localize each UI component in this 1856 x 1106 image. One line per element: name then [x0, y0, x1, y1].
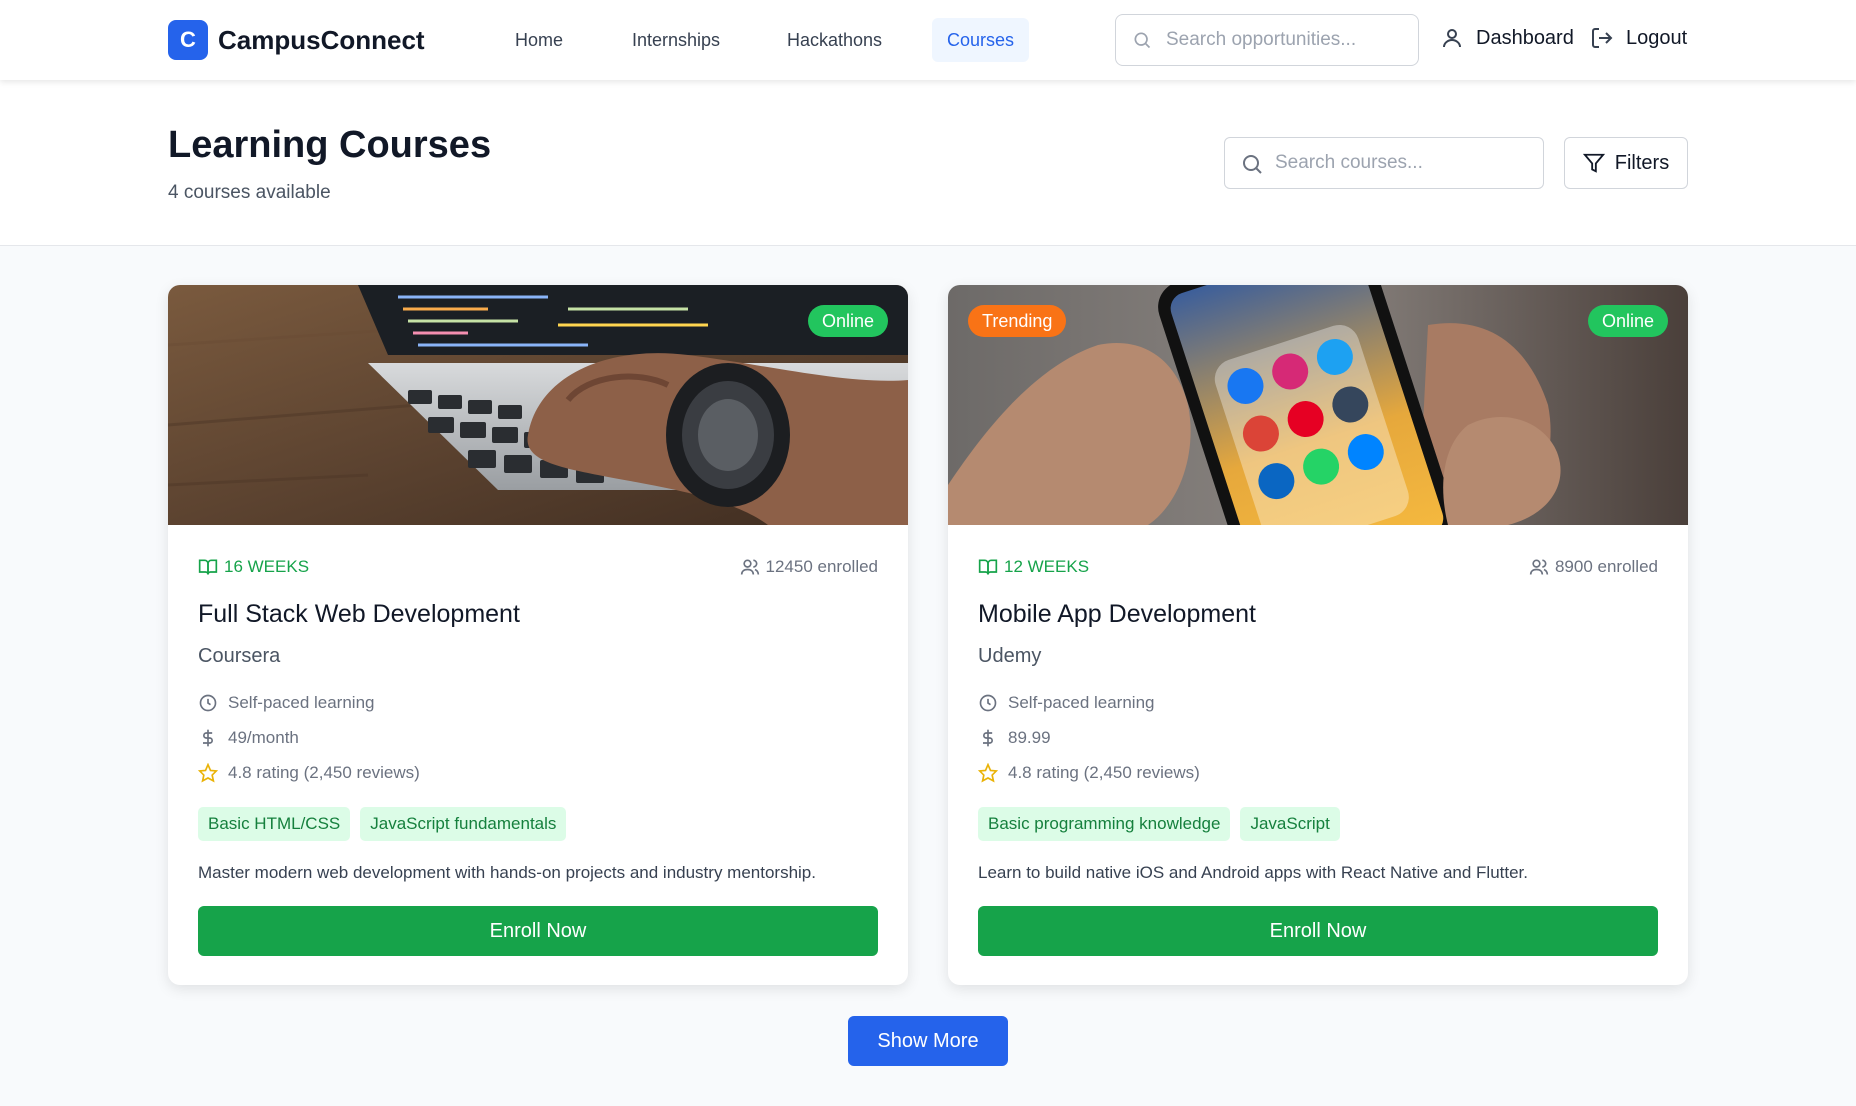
prerequisite-tags: Basic programming knowledge JavaScript	[978, 807, 1340, 841]
course-rating: 4.8 rating (2,450 reviews)	[198, 763, 420, 783]
course-rating: 4.8 rating (2,450 reviews)	[978, 763, 1200, 783]
course-card: Online 16 WEEKS 12450 enrolled Full Stac…	[168, 285, 908, 985]
price-text: 49/month	[228, 728, 299, 747]
filter-icon	[1582, 153, 1605, 173]
filters-label: Filters	[1614, 151, 1670, 174]
trending-badge: Trending	[968, 305, 1067, 337]
course-title[interactable]: Full Stack Web Development	[198, 600, 520, 629]
page-header: Learning Courses 4 courses available Sea…	[0, 80, 1856, 246]
star-icon	[978, 763, 998, 783]
logout-label: Logout	[1626, 26, 1688, 49]
top-navbar: C CampusConnect Home Internships Hackath…	[0, 0, 1856, 80]
logout-icon	[1592, 28, 1613, 48]
prerequisite-tag: JavaScript fundamentals	[360, 807, 567, 841]
dashboard-label: Dashboard	[1476, 26, 1574, 49]
prerequisite-tag: JavaScript	[1240, 807, 1340, 841]
price-text: 89.99	[1008, 728, 1051, 747]
prerequisite-tags: Basic HTML/CSS JavaScript fundamentals	[198, 807, 567, 841]
nav-link-hackathons[interactable]: Hackathons	[772, 18, 897, 62]
pace-text: Self-paced learning	[228, 693, 375, 712]
logo-icon[interactable]: C	[168, 20, 208, 60]
course-description: Learn to build native iOS and Android ap…	[978, 863, 1528, 882]
opportunities-search-input[interactable]: Search opportunities...	[1115, 14, 1419, 66]
enrolled-text: 8900 enrolled	[1554, 557, 1658, 576]
page-title: Learning Courses	[168, 124, 492, 166]
enrolled-text: 12450 enrolled	[765, 557, 878, 576]
clock-icon	[199, 694, 217, 712]
enroll-now-button[interactable]: Enroll Now	[978, 906, 1658, 956]
course-meta: 12 WEEKS 8900 enrolled	[978, 557, 1658, 577]
courses-count: 4 courses available	[168, 182, 331, 203]
course-pace: Self-paced learning	[978, 693, 1154, 713]
user-icon	[1443, 29, 1461, 48]
book-open-icon	[198, 559, 218, 575]
nav-link-courses[interactable]: Courses	[932, 18, 1030, 62]
logout-link[interactable]: Logout	[1590, 26, 1687, 50]
course-title[interactable]: Mobile App Development	[978, 600, 1256, 629]
duration-text: 16 WEEKS	[224, 557, 310, 576]
online-badge: Online	[1587, 305, 1668, 337]
course-description: Master modern web development with hands…	[198, 863, 816, 882]
filters-button[interactable]: Filters	[1564, 137, 1688, 189]
course-pace: Self-paced learning	[198, 693, 374, 713]
brand-name[interactable]: CampusConnect	[218, 25, 425, 56]
course-enrolled: 12450 enrolled	[740, 557, 878, 577]
prerequisite-tag: Basic HTML/CSS	[198, 807, 351, 841]
course-search-input[interactable]: Search courses...	[1224, 137, 1544, 189]
rating-text: 4.8 rating (2,450 reviews)	[1008, 763, 1200, 782]
course-search-placeholder: Search courses...	[1275, 152, 1423, 173]
course-meta: 16 WEEKS 12450 enrolled	[198, 557, 878, 577]
nav-link-internships[interactable]: Internships	[617, 18, 735, 62]
duration-text: 12 WEEKS	[1004, 557, 1090, 576]
course-enrolled: 8900 enrolled	[1529, 557, 1658, 577]
dollar-icon	[203, 729, 213, 747]
enroll-now-button[interactable]: Enroll Now	[198, 906, 878, 956]
search-placeholder: Search opportunities...	[1166, 29, 1357, 50]
book-open-icon	[978, 559, 998, 575]
dashboard-link[interactable]: Dashboard	[1440, 26, 1574, 50]
star-icon	[198, 763, 218, 783]
users-icon	[1529, 559, 1549, 575]
pace-text: Self-paced learning	[1008, 693, 1155, 712]
course-duration: 12 WEEKS	[978, 557, 1089, 577]
course-image-laptop	[168, 285, 908, 525]
course-duration: 16 WEEKS	[198, 557, 309, 577]
rating-text: 4.8 rating (2,450 reviews)	[228, 763, 420, 782]
course-provider: Udemy	[978, 645, 1042, 667]
prerequisite-tag: Basic programming knowledge	[978, 807, 1231, 841]
dollar-icon	[983, 729, 993, 747]
course-price: 89.99	[978, 728, 1051, 748]
clock-icon	[979, 694, 997, 712]
show-more-button[interactable]: Show More	[848, 1016, 1008, 1066]
online-badge: Online	[807, 305, 888, 337]
course-card: Trending Online 12 WEEKS 8900 enrolled M…	[948, 285, 1688, 985]
users-icon	[740, 559, 759, 575]
course-provider: Coursera	[198, 645, 281, 667]
search-icon	[1134, 32, 1151, 49]
nav-link-home[interactable]: Home	[500, 18, 578, 62]
search-icon	[1243, 155, 1262, 174]
course-price: 49/month	[198, 728, 299, 748]
